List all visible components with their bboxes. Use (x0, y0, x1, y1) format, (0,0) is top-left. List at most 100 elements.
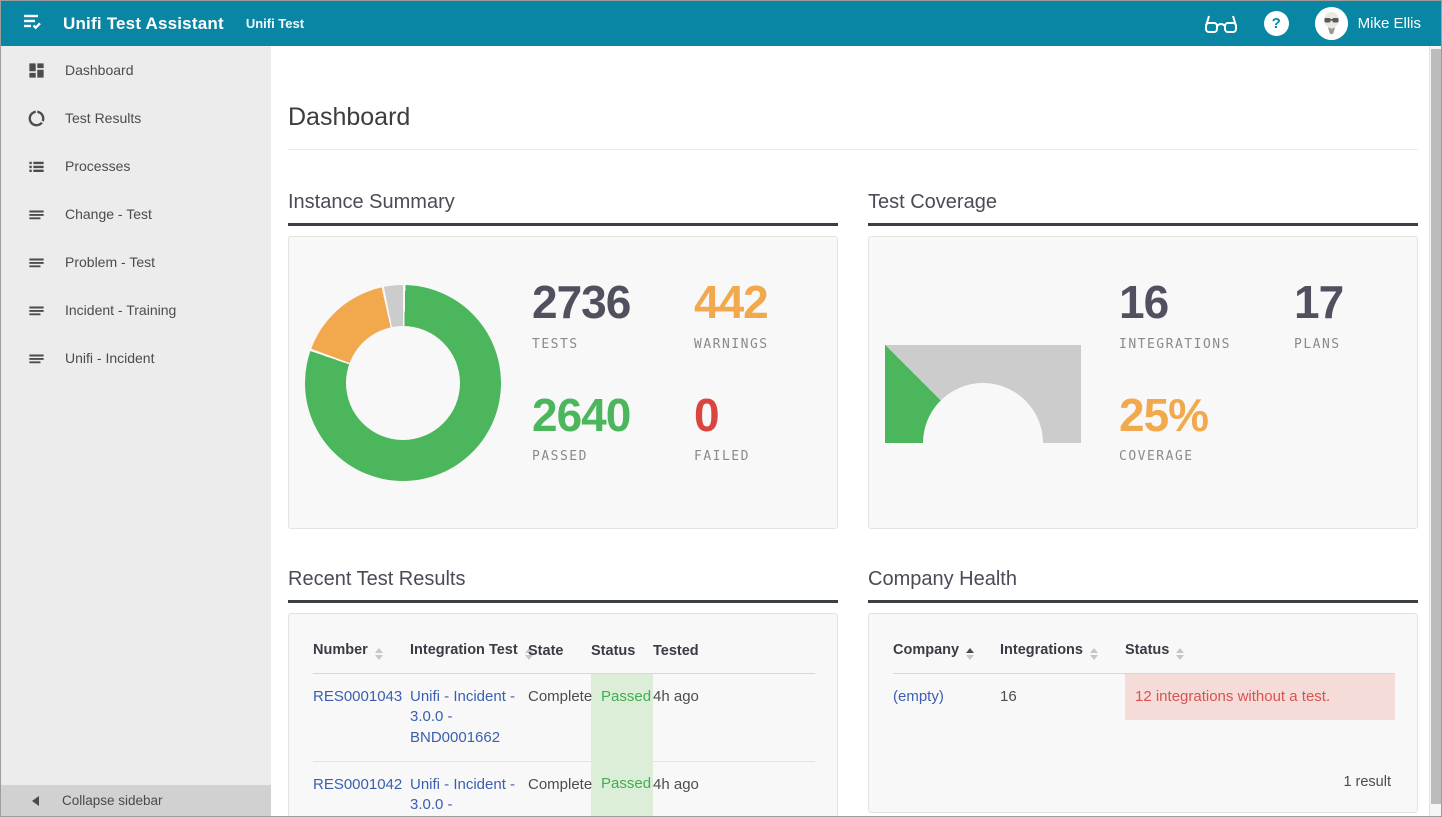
stat-passed: 2640 PASSED (532, 390, 694, 465)
lines-icon (26, 204, 46, 224)
main-content: Dashboard Instance Summary 2736 TESTS 44… (271, 46, 1441, 816)
donut-chart-icon (26, 108, 46, 128)
status-warning-cell: 12 integrations without a test. (1125, 674, 1395, 721)
stat-failed: 0 FAILED (694, 390, 769, 465)
help-button[interactable]: ? (1264, 11, 1289, 36)
recent-test-results-card: Number Integration Test State Status Tes… (288, 613, 838, 816)
instance-summary-section: Instance Summary 2736 TESTS 442 WARNINGS (288, 191, 838, 529)
sidebar-item-label: Change - Test (65, 206, 152, 222)
user-menu[interactable]: Mike Ellis (1315, 7, 1427, 40)
status-badge: Passed (591, 761, 653, 816)
collapse-sidebar-label: Collapse sidebar (62, 793, 163, 808)
stat-value: 0 (694, 390, 769, 441)
column-header-number[interactable]: Number (313, 626, 410, 674)
result-number-link[interactable]: RES0001042 (313, 776, 402, 793)
column-header-status[interactable]: Status (1125, 626, 1395, 674)
stat-label: FAILED (694, 449, 769, 464)
table-row: RES0001042 Unifi - Incident - 3.0.0 - Co… (313, 761, 815, 816)
sort-icon (1090, 648, 1098, 660)
table-header-row: Company Integrations Status (893, 626, 1395, 674)
tested-cell: 4h ago (653, 674, 815, 762)
collapse-sidebar-button[interactable]: Collapse sidebar (1, 785, 271, 816)
donut-hole (346, 326, 460, 440)
stat-value: 2736 (532, 277, 694, 328)
state-cell: Complete (528, 674, 591, 762)
sidebar-item-change-test[interactable]: Change - Test (1, 190, 271, 238)
section-underline (288, 223, 838, 226)
sidebar-item-label: Unifi - Incident (65, 350, 154, 366)
lines-icon (26, 300, 46, 320)
sidebar-item-problem-test[interactable]: Problem - Test (1, 238, 271, 286)
table-row: (empty) 16 12 integrations without a tes… (893, 674, 1395, 721)
stat-coverage: 25% COVERAGE (1119, 390, 1294, 465)
sidebar-item-label: Test Results (65, 110, 141, 126)
recent-test-results-table: Number Integration Test State Status Tes… (313, 626, 815, 816)
stat-value: 25% (1119, 390, 1294, 441)
state-cell: Complete (528, 761, 591, 816)
help-icon: ? (1264, 11, 1289, 36)
column-header-status[interactable]: Status (591, 626, 653, 674)
avatar (1315, 7, 1348, 40)
stat-label: INTEGRATIONS (1119, 337, 1294, 352)
test-coverage-section: Test Coverage 16 INTEGRATIONS 17 PLANS (868, 191, 1418, 529)
table-header-row: Number Integration Test State Status Tes… (313, 626, 815, 674)
header-bar: Unifi Test Assistant Unifi Test ? Mike E… (1, 1, 1441, 46)
integration-test-link[interactable]: Unifi - Incident - 3.0.0 - BND0001662 (410, 688, 515, 746)
status-badge: Passed (591, 674, 653, 762)
column-header-integrations[interactable]: Integrations (1000, 626, 1125, 674)
menu-toggle-button[interactable] (17, 9, 47, 39)
company-link[interactable]: (empty) (893, 688, 944, 705)
company-health-section: Company Health Company Integrations Stat… (868, 568, 1418, 813)
sidebar-item-unifi-incident[interactable]: Unifi - Incident (1, 334, 271, 382)
collapse-arrow-icon (32, 796, 39, 806)
app-window: Unifi Test Assistant Unifi Test ? Mike E… (0, 0, 1442, 817)
sort-icon (1176, 648, 1184, 660)
user-name: Mike Ellis (1358, 15, 1421, 32)
stat-label: COVERAGE (1119, 449, 1294, 464)
gauge-hole (923, 383, 1043, 443)
test-coverage-gauge (885, 345, 1081, 443)
stat-label: PLANS (1294, 337, 1343, 352)
sort-asc-icon (966, 648, 974, 660)
instance-summary-stats: 2736 TESTS 442 WARNINGS 2640 PASSED 0 FA… (532, 277, 769, 464)
lines-icon (26, 348, 46, 368)
column-header-tested[interactable]: Tested (653, 626, 815, 674)
sidebar-item-test-results[interactable]: Test Results (1, 94, 271, 142)
scrollbar-thumb[interactable] (1431, 49, 1441, 804)
app-title: Unifi Test Assistant (63, 14, 224, 34)
lines-icon (26, 252, 46, 272)
tested-cell: 4h ago (653, 761, 815, 816)
instance-summary-title: Instance Summary (288, 191, 838, 214)
column-header-integration-test[interactable]: Integration Test (410, 626, 528, 674)
test-coverage-title: Test Coverage (868, 191, 1418, 214)
result-number-link[interactable]: RES0001043 (313, 688, 402, 705)
company-health-title: Company Health (868, 568, 1418, 591)
integration-test-link[interactable]: Unifi - Incident - 3.0.0 - (410, 776, 515, 813)
stat-plans: 17 PLANS (1294, 277, 1343, 352)
section-underline (288, 600, 838, 603)
integrations-cell: 16 (1000, 674, 1125, 721)
sidebar-item-label: Incident - Training (65, 302, 176, 318)
company-health-table: Company Integrations Status (empty) 16 1… (893, 626, 1395, 720)
sidebar-item-incident-training[interactable]: Incident - Training (1, 286, 271, 334)
stat-value: 17 (1294, 277, 1343, 328)
table-row: RES0001043 Unifi - Incident - 3.0.0 - BN… (313, 674, 815, 762)
sidebar-item-processes[interactable]: Processes (1, 142, 271, 190)
glasses-icon[interactable] (1204, 13, 1238, 35)
test-coverage-stats: 16 INTEGRATIONS 17 PLANS 25% COVERAGE (1119, 277, 1343, 464)
column-header-company[interactable]: Company (893, 626, 1000, 674)
sidebar-item-label: Processes (65, 158, 130, 174)
recent-test-results-title: Recent Test Results (288, 568, 838, 591)
stat-value: 442 (694, 277, 769, 328)
test-coverage-card: 16 INTEGRATIONS 17 PLANS 25% COVERAGE (868, 236, 1418, 529)
stat-warnings: 442 WARNINGS (694, 277, 769, 352)
instance-summary-donut (305, 285, 501, 481)
column-header-state[interactable]: State (528, 626, 591, 674)
sidebar-item-dashboard[interactable]: Dashboard (1, 46, 271, 94)
stat-tests: 2736 TESTS (532, 277, 694, 352)
recent-test-results-section: Recent Test Results Number Integration T… (288, 568, 838, 816)
section-underline (868, 600, 1418, 603)
sidebar-item-label: Dashboard (65, 62, 134, 78)
sort-icon (375, 648, 383, 660)
vertical-scrollbar[interactable] (1429, 46, 1441, 816)
